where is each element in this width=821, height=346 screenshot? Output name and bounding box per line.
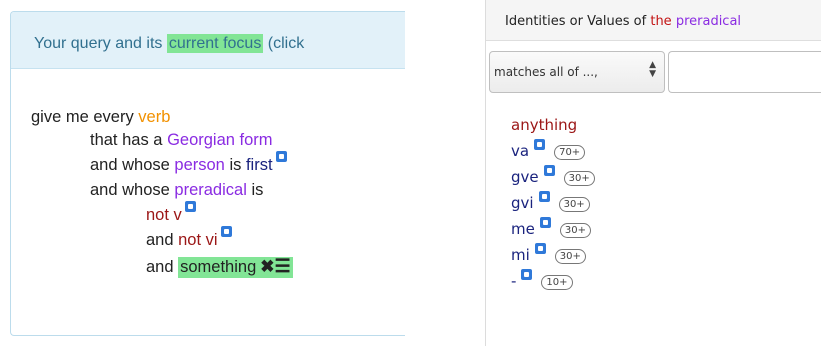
menu-icon[interactable]: ☰ xyxy=(275,256,291,276)
identities-panel: Identities or Values of the preradical m… xyxy=(485,0,821,346)
item-label: va xyxy=(511,142,530,160)
external-link-icon[interactable] xyxy=(534,243,546,254)
focus-something[interactable]: something ✖☰ xyxy=(178,256,293,278)
item-label: me xyxy=(511,220,535,238)
select-arrows-icon: ▲ ▼ xyxy=(649,60,656,79)
current-focus-label: current focus xyxy=(166,34,264,53)
match-mode-select[interactable]: matches all of ..., ▲ ▼ xyxy=(489,51,665,93)
query-line-6: and not vi xyxy=(146,226,232,250)
list-item[interactable]: mi 30+ xyxy=(511,243,586,265)
external-link-icon[interactable] xyxy=(543,165,555,176)
count-badge: 30+ xyxy=(554,249,586,264)
query-line-3: and whose person is first xyxy=(90,151,287,175)
filter-input[interactable] xyxy=(668,51,821,93)
property-georgian-form[interactable]: Georgian form xyxy=(167,131,272,149)
query-text: and whose xyxy=(90,181,175,199)
query-line-5: not v xyxy=(146,201,196,225)
external-link-icon[interactable] xyxy=(539,217,551,228)
query-text: give me every xyxy=(31,108,139,126)
count-badge: 30+ xyxy=(558,197,590,212)
header-prefix: Your query and its xyxy=(34,35,167,52)
query-text: and xyxy=(146,231,179,249)
title-text: Identities or Values of xyxy=(505,14,651,29)
external-link-icon[interactable] xyxy=(521,269,533,280)
query-text: that has a xyxy=(90,131,168,149)
count-badge: 10+ xyxy=(541,275,573,290)
query-text: is xyxy=(246,181,264,199)
query-text: and xyxy=(146,258,179,276)
query-line-4: and whose preradical is xyxy=(90,180,263,200)
value-first[interactable]: first xyxy=(246,156,273,174)
item-label: gve xyxy=(511,168,539,186)
query-line-7: and something ✖☰ xyxy=(146,256,293,278)
list-item[interactable]: me 30+ xyxy=(511,217,591,239)
list-item[interactable]: va 70+ xyxy=(511,139,586,161)
filter-controls: matches all of ..., ▲ ▼ xyxy=(489,51,821,93)
value-not-vi[interactable]: not vi xyxy=(178,231,217,249)
query-panel-header: Your query and its current focus (click xyxy=(11,12,405,69)
select-value: matches all of ..., xyxy=(494,65,598,79)
query-text: and whose xyxy=(90,156,175,174)
external-link-icon[interactable] xyxy=(184,201,196,212)
list-item[interactable]: - 10+ xyxy=(511,269,573,291)
item-label: gvi xyxy=(511,194,534,212)
concept-verb[interactable]: verb xyxy=(138,108,170,126)
remove-icon[interactable]: ✖ xyxy=(260,257,274,276)
item-label: mi xyxy=(511,246,530,264)
value-not-v[interactable]: not v xyxy=(146,206,182,224)
query-panel: Your query and its current focus (click … xyxy=(10,11,405,336)
property-person[interactable]: person xyxy=(174,156,224,174)
identities-panel-title: Identities or Values of the preradical xyxy=(486,0,821,41)
property-preradical[interactable]: preradical xyxy=(174,181,246,199)
query-line-2: that has a Georgian form xyxy=(90,130,273,150)
query-line-1: give me every verb xyxy=(31,107,170,127)
external-link-icon[interactable] xyxy=(220,226,232,237)
count-badge: 30+ xyxy=(563,171,595,186)
external-link-icon[interactable] xyxy=(275,151,287,162)
title-preradical: preradical xyxy=(675,14,742,29)
something-label: something xyxy=(180,258,257,276)
list-item-anything[interactable]: anything xyxy=(511,116,577,134)
title-the: the xyxy=(650,14,672,29)
item-label: anything xyxy=(511,116,578,134)
list-item[interactable]: gve 30+ xyxy=(511,165,595,187)
list-item[interactable]: gvi 30+ xyxy=(511,191,590,213)
count-badge: 30+ xyxy=(559,223,591,238)
count-badge: 70+ xyxy=(554,145,586,160)
external-link-icon[interactable] xyxy=(534,139,546,150)
header-suffix: (click xyxy=(263,35,305,52)
item-label: - xyxy=(511,272,517,290)
external-link-icon[interactable] xyxy=(538,191,550,202)
query-text: is xyxy=(224,156,246,174)
